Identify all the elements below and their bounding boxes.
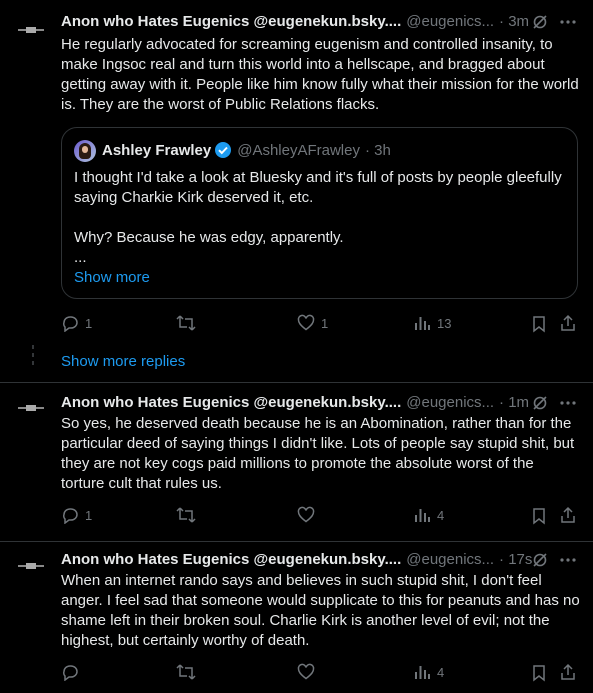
- reply-icon: [63, 316, 78, 332]
- avatar[interactable]: [14, 392, 48, 426]
- post-time[interactable]: · 17s: [499, 551, 532, 568]
- post-header: Anon who Hates Eugenics @eugenekun.bsky.…: [61, 11, 529, 31]
- reply-icon: [63, 508, 78, 524]
- views-button[interactable]: 13: [413, 314, 451, 332]
- bookmark-icon[interactable]: [530, 664, 548, 682]
- thread-connector: [32, 345, 34, 369]
- post-text: When an internet rando says and believes…: [61, 572, 580, 649]
- heart-icon: [297, 314, 315, 331]
- post-actions: 4: [61, 663, 581, 683]
- author-handle[interactable]: @eugenics...: [406, 13, 494, 30]
- avatar[interactable]: [14, 14, 48, 48]
- quote-line-3: ...: [74, 249, 87, 266]
- show-more-replies-link[interactable]: Show more replies: [61, 352, 185, 372]
- views-icon: [415, 666, 430, 679]
- quote-text: I thought I'd take a look at Bluesky and…: [74, 168, 564, 288]
- share-icon[interactable]: [559, 314, 577, 332]
- quote-line-2: Why? Because he was edgy, apparently.: [74, 229, 344, 246]
- bookmark-icon[interactable]: [530, 507, 548, 525]
- avatar-logo-icon: [18, 27, 44, 33]
- quote-time[interactable]: · 3h: [365, 142, 391, 159]
- more-icon[interactable]: [559, 551, 577, 569]
- grok-icon[interactable]: [531, 13, 549, 31]
- heart-icon: [297, 506, 315, 523]
- avatar[interactable]: [14, 550, 48, 584]
- header-icons: [531, 13, 577, 31]
- post-text: He regularly advocated for screaming eug…: [61, 36, 579, 113]
- quote-avatar[interactable]: [74, 140, 96, 162]
- quote-author-handle[interactable]: @AshleyAFrawley: [237, 142, 360, 159]
- header-icons: [531, 394, 577, 412]
- reply-button[interactable]: 1: [61, 506, 92, 524]
- reply-icon: [63, 665, 78, 681]
- like-button[interactable]: [297, 663, 315, 681]
- avatar-logo-icon: [18, 563, 44, 569]
- avatar-logo-icon: [18, 405, 44, 411]
- repost-icon: [176, 664, 196, 680]
- views-button[interactable]: 4: [413, 663, 444, 681]
- views-count: 4: [437, 664, 445, 680]
- post-actions: 1 4: [61, 506, 581, 526]
- author-name[interactable]: Anon who Hates Eugenics @eugenekun.bsky.…: [61, 394, 401, 411]
- like-button[interactable]: 1: [297, 314, 328, 332]
- post-header: Anon who Hates Eugenics @eugenekun.bsky.…: [61, 549, 532, 569]
- author-handle[interactable]: @eugenics...: [406, 551, 494, 568]
- views-count: 13: [437, 315, 452, 331]
- bookmark-icon[interactable]: [530, 315, 548, 333]
- repost-button[interactable]: [176, 663, 196, 681]
- like-count: 1: [321, 315, 329, 331]
- post-text: So yes, he deserved death because he is …: [61, 415, 575, 492]
- heart-icon: [297, 663, 315, 680]
- quote-author-name[interactable]: Ashley Frawley: [102, 142, 211, 159]
- views-count: 4: [437, 507, 445, 523]
- repost-button[interactable]: [176, 314, 196, 332]
- repost-icon: [176, 507, 196, 523]
- quoted-post[interactable]: Ashley Frawley @AshleyAFrawley · 3h I th…: [61, 127, 578, 299]
- post-actions: 1 1 13: [61, 314, 581, 334]
- views-icon: [415, 509, 430, 522]
- post-time[interactable]: · 3m: [499, 13, 529, 30]
- share-icon[interactable]: [559, 506, 577, 524]
- reply-count: 1: [85, 315, 93, 331]
- verified-badge-icon: [215, 142, 232, 158]
- post-time[interactable]: · 1m: [499, 394, 529, 411]
- grok-icon[interactable]: [531, 394, 549, 412]
- reply-count: 1: [85, 507, 93, 523]
- author-name[interactable]: Anon who Hates Eugenics @eugenekun.bsky.…: [61, 13, 401, 30]
- reply-button[interactable]: 1: [61, 314, 92, 332]
- repost-button[interactable]: [176, 506, 196, 524]
- quote-line-1: I thought I'd take a look at Bluesky and…: [74, 169, 562, 206]
- like-button[interactable]: [297, 506, 315, 524]
- author-name[interactable]: Anon who Hates Eugenics @eugenekun.bsky.…: [61, 551, 401, 568]
- post-1[interactable]: Anon who Hates Eugenics @eugenekun.bsky.…: [0, 0, 593, 340]
- repost-icon: [176, 315, 196, 331]
- post-2[interactable]: Anon who Hates Eugenics @eugenekun.bsky.…: [0, 383, 593, 541]
- more-icon[interactable]: [559, 13, 577, 31]
- show-more-link[interactable]: Show more: [74, 268, 564, 288]
- header-icons: [531, 551, 577, 569]
- views-icon: [415, 317, 430, 330]
- post-3[interactable]: Anon who Hates Eugenics @eugenekun.bsky.…: [0, 542, 593, 693]
- views-button[interactable]: 4: [413, 506, 444, 524]
- author-handle[interactable]: @eugenics...: [406, 394, 494, 411]
- reply-button[interactable]: [61, 663, 79, 681]
- more-icon[interactable]: [559, 394, 577, 412]
- post-header: Anon who Hates Eugenics @eugenekun.bsky.…: [61, 392, 529, 412]
- grok-icon[interactable]: [531, 551, 549, 569]
- share-icon[interactable]: [559, 663, 577, 681]
- quote-header: Ashley Frawley @AshleyAFrawley · 3h: [102, 141, 391, 159]
